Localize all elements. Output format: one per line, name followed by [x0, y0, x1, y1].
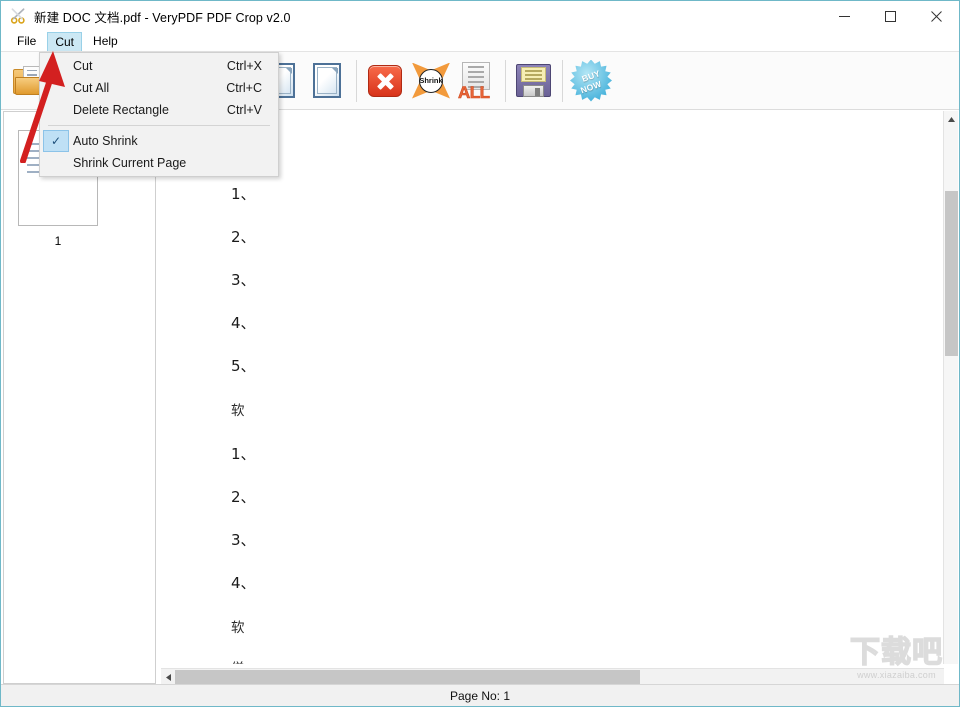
toolbar-separator [562, 59, 563, 102]
page-number-status: Page No: 1 [449, 688, 511, 703]
scissors-icon [10, 7, 28, 25]
checkmark-icon: ✓ [43, 130, 69, 152]
apply-all-button[interactable]: ALL [454, 55, 500, 107]
document-text-line: 1、 [231, 445, 256, 463]
next-page-icon [313, 62, 343, 99]
apply-all-label: ALL [458, 82, 491, 102]
menu-item-shortcut: Ctrl+V [226, 103, 262, 117]
minimize-button[interactable] [821, 1, 867, 31]
menu-item-label: Shrink Current Page [73, 156, 187, 170]
document-text-line: 4、 [231, 574, 256, 592]
document-text-line: 4、 [231, 314, 256, 332]
shrink-icon-label: Shrink [419, 68, 443, 93]
shrink-button[interactable]: Shrink [408, 55, 454, 107]
scroll-up-icon[interactable] [944, 111, 959, 127]
document-text-line: 3、 [231, 271, 256, 289]
buy-now-icon: BUY NOW [570, 59, 612, 102]
document-text-line: 软 [231, 403, 245, 419]
menu-help[interactable]: Help [85, 32, 126, 51]
document-text-line: 5、 [231, 357, 256, 375]
window-title: 新建 DOC 文档.pdf - VeryPDF PDF Crop v2.0 [34, 10, 291, 25]
check-placeholder [43, 99, 69, 121]
check-placeholder [43, 55, 69, 77]
window-controls [821, 1, 959, 31]
application-window: 新建 DOC 文档.pdf - VeryPDF PDF Crop v2.0 Fi… [0, 0, 960, 707]
menu-cut[interactable]: Cut [47, 31, 83, 51]
title-bar: 新建 DOC 文档.pdf - VeryPDF PDF Crop v2.0 [1, 1, 959, 31]
document-text-line: 2、 [231, 488, 256, 506]
menu-item-label: Auto Shrink [73, 134, 138, 148]
menu-item-shortcut: Ctrl+X [226, 59, 262, 73]
toolbar-separator [505, 59, 506, 102]
delete-icon [368, 64, 402, 97]
document-text-line: 软 [231, 620, 245, 636]
menu-item-cut-all[interactable]: Cut All Ctrl+C [40, 77, 278, 99]
thumbnail-page-number: 1 [54, 234, 62, 248]
vertical-scrollbar-thumb[interactable] [945, 191, 958, 356]
next-page-button[interactable] [305, 55, 351, 107]
save-button[interactable] [511, 55, 557, 107]
horizontal-scrollbar-thumb[interactable] [175, 670, 640, 684]
cut-dropdown-menu[interactable]: Cut Ctrl+X Cut All Ctrl+C Delete Rectang… [39, 52, 279, 177]
delete-button[interactable] [362, 55, 408, 107]
menu-item-label: Cut All [73, 81, 110, 95]
document-text-line: 3、 [231, 531, 256, 549]
save-icon [516, 63, 552, 98]
document-page[interactable]: 1、 2、 3、 4、 5、 软 1、 2、 3、 4、 软 俤 [161, 111, 944, 664]
document-text-line: 1、 [231, 185, 256, 203]
menu-item-delete-rectangle[interactable]: Delete Rectangle Ctrl+V [40, 99, 278, 121]
menu-item-shrink-current-page[interactable]: Shrink Current Page [40, 152, 278, 174]
document-text-line: 2、 [231, 228, 256, 246]
menu-item-cut[interactable]: Cut Ctrl+X [40, 55, 278, 77]
apply-all-icon: ALL [457, 61, 497, 102]
maximize-button[interactable] [867, 1, 913, 31]
toolbar-separator [356, 59, 357, 102]
document-text-line: 俤 [231, 657, 245, 664]
check-placeholder [43, 77, 69, 99]
menu-separator [48, 125, 270, 126]
menu-bar: File Cut Help [1, 31, 959, 52]
menu-item-label: Delete Rectangle [73, 103, 169, 117]
vertical-scrollbar[interactable] [943, 111, 958, 664]
menu-item-shortcut: Ctrl+C [226, 81, 262, 95]
menu-item-auto-shrink[interactable]: ✓ Auto Shrink [40, 130, 278, 152]
horizontal-scrollbar[interactable] [161, 668, 944, 684]
scroll-left-icon[interactable] [161, 669, 175, 685]
close-button[interactable] [913, 1, 959, 31]
document-view[interactable]: 1、 2、 3、 4、 5、 软 1、 2、 3、 4、 软 俤 [161, 111, 944, 664]
check-placeholder [43, 152, 69, 174]
thumbnail-panel[interactable]: 1 [3, 111, 156, 684]
buy-now-button[interactable]: BUY NOW [568, 55, 614, 107]
status-bar: Page No: 1 [1, 684, 959, 706]
shrink-icon: Shrink [412, 62, 450, 99]
menu-item-label: Cut [73, 59, 93, 73]
menu-file[interactable]: File [9, 32, 44, 51]
